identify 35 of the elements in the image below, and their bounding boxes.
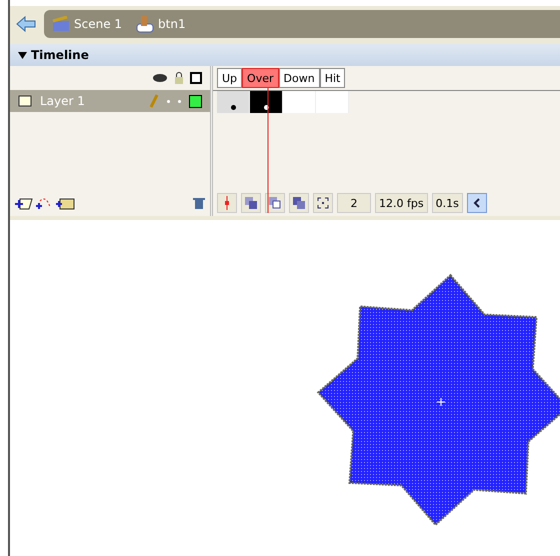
frame-rate: 12.0 fps [375,193,428,213]
outline-icon[interactable] [190,72,202,84]
scroll-left-button[interactable] [466,193,487,213]
onion-skin-button[interactable] [241,193,261,213]
layer-name: Layer 1 [40,94,86,108]
squares-icon [245,197,257,209]
playhead-line[interactable] [267,87,269,213]
onion-markers-button[interactable] [313,193,333,213]
trash-icon[interactable] [192,196,206,210]
stacked-squares-icon [293,197,305,209]
elapsed-time: 0.1s [432,193,463,213]
edit-multiple-button[interactable] [289,193,309,213]
panel-title: Timeline [31,48,89,62]
frame-label[interactable]: Hit [320,68,346,88]
back-arrow-icon[interactable] [16,16,36,32]
frame-label[interactable]: Over [242,68,279,88]
chevron-left-icon [472,198,481,208]
eye-icon[interactable] [152,73,168,83]
frame-label[interactable]: Down [278,68,320,88]
center-frame-button[interactable] [217,193,237,213]
playhead-icon [224,196,230,210]
outline-squares-icon [269,197,281,209]
frame-cell[interactable] [283,91,316,113]
pencil-icon [149,94,159,108]
layer-icon [18,95,32,107]
brackets-icon [317,197,329,209]
collapse-triangle-icon[interactable] [18,50,27,60]
layer-color-swatch[interactable] [189,94,202,108]
clapperboard-icon [52,16,70,32]
frame-cell[interactable] [316,91,349,113]
onion-outline-button[interactable] [265,193,285,213]
current-frame: 2 [337,193,371,213]
frame-cell[interactable] [250,91,283,113]
frame-cell[interactable] [217,91,250,113]
frame-label[interactable]: Up [217,68,242,88]
